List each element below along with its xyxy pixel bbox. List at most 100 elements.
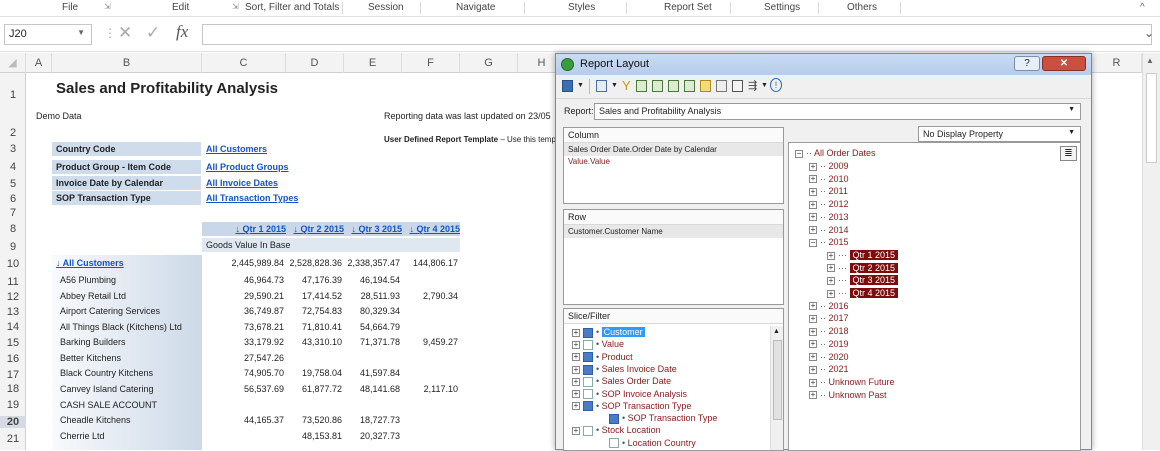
customer-name[interactable]: All Things Black (Kitchens) Ltd	[60, 322, 182, 332]
slice-filter-scrollbar[interactable]: ▲	[770, 326, 783, 450]
checkbox[interactable]	[583, 364, 593, 375]
expand-icon[interactable]: +	[572, 365, 580, 374]
customer-name[interactable]: Black Country Kitchens	[60, 368, 153, 378]
scroll-up-icon[interactable]: ▲	[773, 328, 780, 335]
cancel-icon[interactable]: ✕	[118, 23, 132, 43]
checkbox[interactable]	[583, 426, 593, 437]
row-header-9[interactable]: 9	[0, 241, 26, 253]
checkbox[interactable]	[583, 327, 593, 338]
row-header-21[interactable]: 21	[0, 433, 26, 445]
slice-filter-panel[interactable]: Slice/Filter + • Customer + • Value + • Produ…	[563, 308, 784, 451]
customer-name[interactable]: Better Kitchens	[60, 353, 121, 363]
save-dropdown-icon[interactable]: ▼	[577, 82, 584, 89]
tab-file[interactable]: File	[62, 2, 78, 13]
row-header-5[interactable]: 5	[0, 178, 26, 190]
enter-icon[interactable]: ✓	[146, 23, 160, 43]
expand-icon[interactable]: +	[572, 402, 580, 411]
expand-icon[interactable]: +	[809, 200, 817, 209]
checkbox[interactable]	[609, 438, 619, 449]
scrollbar-thumb[interactable]	[773, 340, 782, 420]
expand-icon[interactable]: +	[809, 188, 817, 197]
tree-year-node[interactable]: + ·· Unknown Future	[809, 377, 895, 387]
customer-name[interactable]: Barking Builders	[60, 337, 126, 347]
expand-icon[interactable]: +	[809, 302, 817, 311]
scrollbar-thumb[interactable]	[1146, 73, 1157, 163]
report-select[interactable]: Sales and Profitability Analysis ▼	[594, 103, 1081, 120]
checkbox[interactable]	[583, 352, 593, 363]
sort-icon[interactable]	[716, 80, 727, 92]
tree-year-node[interactable]: + ·· 2009	[809, 161, 849, 171]
slice-filter-item[interactable]: + • Sales Order Date	[572, 376, 671, 387]
checkbox[interactable]	[583, 339, 593, 350]
tree-year-node[interactable]: + ·· Unknown Past	[809, 390, 887, 400]
tree-quarter-node[interactable]: + ··· Qtr 2 2015	[827, 262, 899, 273]
tab-edit[interactable]: Edit	[172, 2, 189, 13]
collapse-icon[interactable]: −	[809, 238, 817, 247]
customer-name[interactable]: Airport Catering Services	[60, 306, 160, 316]
tree-year-node[interactable]: + ·· 2010	[809, 174, 849, 184]
member-properties-icon[interactable]: ≣	[1060, 146, 1077, 161]
row-header-12[interactable]: 12	[0, 291, 26, 303]
row-header-2[interactable]: 2	[0, 127, 26, 139]
row-item-customer-name[interactable]: Customer.Customer Name	[564, 225, 783, 238]
expand-icon[interactable]: +	[809, 226, 817, 235]
column-header-b[interactable]: B	[52, 53, 202, 73]
column-item-value[interactable]: Value.Value	[564, 156, 783, 167]
row-header-1[interactable]: 1	[0, 89, 26, 101]
expand-icon[interactable]: +	[572, 340, 580, 349]
insert-function-icon[interactable]: fx	[176, 22, 188, 42]
slice-filter-item[interactable]: + • Customer	[572, 327, 645, 338]
column-header-g[interactable]: G	[460, 53, 518, 73]
column-item-order-date[interactable]: Sales Order Date.Order Date by Calendar	[564, 143, 783, 156]
expand-icon[interactable]: +	[827, 276, 835, 285]
slice-filter-item[interactable]: + • Sales Invoice Date	[572, 364, 677, 375]
expand-icon[interactable]: +	[572, 353, 580, 362]
expand-icon[interactable]: +	[572, 427, 580, 436]
slice-filter-item[interactable]: + • Value	[572, 339, 624, 350]
chevron-down-icon[interactable]: ▼	[1068, 106, 1075, 113]
expand-icon[interactable]: +	[809, 175, 817, 184]
row-header-8[interactable]: 8	[0, 223, 26, 235]
filter-icon[interactable]: Y	[622, 78, 631, 93]
expand-icon[interactable]: +	[809, 340, 817, 349]
layout-icon[interactable]	[596, 80, 607, 92]
row-header-16[interactable]: 16	[0, 353, 26, 365]
filter-value-link[interactable]: All Customers	[206, 144, 267, 154]
tree-quarter-node[interactable]: + ··· Qtr 3 2015	[827, 275, 899, 286]
row-header-20[interactable]: 20	[0, 416, 26, 428]
row-header-3[interactable]: 3	[0, 143, 26, 155]
column-header-e[interactable]: E	[344, 53, 402, 73]
expand-icon[interactable]: +	[572, 377, 580, 386]
tree-year-node[interactable]: + ·· 2020	[809, 352, 849, 362]
expand-icon[interactable]: +	[809, 315, 817, 324]
chart-icon[interactable]	[700, 80, 711, 92]
formula-input[interactable]	[202, 24, 1152, 45]
slice-filter-item[interactable]: + • Stock Location	[572, 425, 661, 437]
checkbox[interactable]	[583, 389, 593, 400]
expand-formula-bar-icon[interactable]: ⌄	[1144, 26, 1154, 40]
collapse-icon[interactable]: −	[795, 149, 803, 158]
hierarchy-dropdown-icon[interactable]: ▼	[761, 82, 768, 89]
row-header-10[interactable]: 10	[0, 258, 26, 270]
row-header-13[interactable]: 13	[0, 306, 26, 318]
tree-year-node[interactable]: − ·· 2015	[809, 237, 849, 247]
tree-year-node[interactable]: + ·· 2019	[809, 339, 849, 349]
expand-icon[interactable]: +	[809, 365, 817, 374]
expand-icon[interactable]	[598, 439, 606, 447]
member-tree-panel[interactable]: ≣ − ·· All Order Dates + ·· 2009 + ·· 2010 + ··…	[788, 142, 1081, 451]
scroll-up-icon[interactable]: ▲	[1146, 56, 1154, 65]
column-panel[interactable]: Column Sales Order Date.Order Date by Ca…	[563, 127, 784, 204]
quarter-header-q2[interactable]: ↓ Qtr 2 2015	[286, 224, 344, 234]
column-header-c[interactable]: C	[202, 53, 286, 73]
slice-filter-item[interactable]: • SOP Transaction Type	[598, 413, 717, 424]
column-header-r[interactable]: R	[1092, 53, 1142, 73]
quarter-header-q3[interactable]: ↓ Qtr 3 2015	[344, 224, 402, 234]
tree-root-node[interactable]: − ·· All Order Dates	[795, 148, 876, 158]
quarter-header-q1[interactable]: ↓ Qtr 1 2015	[202, 224, 286, 234]
filter-value-link[interactable]: All Invoice Dates	[206, 178, 278, 188]
tab-report-set[interactable]: Report Set	[664, 2, 712, 13]
filter-value-link[interactable]: All Product Groups	[206, 162, 289, 172]
filter-value-link[interactable]: All Transaction Types	[206, 193, 298, 203]
checkbox[interactable]	[583, 401, 593, 412]
layout-dropdown-icon[interactable]: ▼	[611, 82, 618, 89]
